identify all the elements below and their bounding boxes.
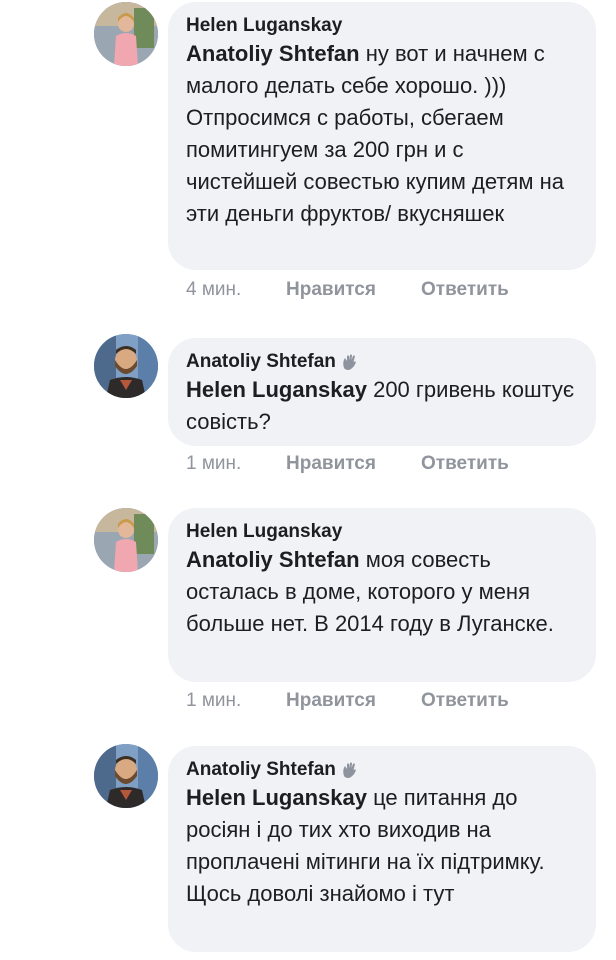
avatar-anatoliy[interactable] [94, 744, 158, 808]
comment-meta: 4 мин. Нравится Ответить [186, 276, 509, 304]
mention-link[interactable]: Helen Luganskay [186, 785, 367, 810]
like-button[interactable]: Нравится [286, 279, 421, 301]
man-avatar-icon [94, 744, 158, 808]
comment-body: ну вот и начнем с малого делать себе хор… [186, 41, 564, 226]
mention-link[interactable]: Anatoliy Shtefan [186, 41, 360, 66]
mention-link[interactable]: Helen Luganskay [186, 377, 367, 402]
comment-text: Anatoliy Shtefan ну вот и начнем с малог… [186, 38, 578, 230]
man-avatar-icon [94, 334, 158, 398]
comment-text: Helen Luganskay 200 гривень коштує совіс… [186, 374, 578, 438]
avatar-anatoliy[interactable] [94, 334, 158, 398]
comment-bubble: Anatoliy Shtefan Helen Luganskay це пита… [168, 746, 596, 952]
comment-author[interactable]: Helen Luganskay [186, 520, 578, 544]
comment-text: Anatoliy Shtefan моя совесть осталась в … [186, 544, 578, 640]
reply-button[interactable]: Ответить [421, 690, 509, 712]
comment-author[interactable]: Helen Luganskay [186, 14, 578, 38]
wave-icon [343, 354, 356, 370]
like-button[interactable]: Нравится [286, 453, 421, 475]
reply-button[interactable]: Ответить [421, 279, 509, 301]
comment-author[interactable]: Anatoliy Shtefan [186, 758, 578, 782]
wave-icon [343, 762, 356, 778]
reply-button[interactable]: Ответить [421, 453, 509, 475]
comment-meta: 1 мин. Нравится Ответить [186, 687, 509, 715]
author-name[interactable]: Anatoliy Shtefan [186, 758, 336, 782]
comment-time: 4 мин. [186, 279, 242, 300]
comment-text: Helen Luganskay це питання до росіян і д… [186, 782, 578, 910]
comment-bubble: Anatoliy Shtefan Helen Luganskay 200 гри… [168, 338, 596, 446]
comment-author[interactable]: Anatoliy Shtefan [186, 350, 578, 374]
woman-avatar-icon [94, 2, 158, 66]
comment-time: 1 мин. [186, 690, 242, 711]
comment-meta: 1 мин. Нравится Ответить [186, 450, 509, 478]
like-button[interactable]: Нравится [286, 690, 421, 712]
comment-bubble: Helen Luganskay Anatoliy Shtefan ну вот … [168, 2, 596, 270]
mention-link[interactable]: Anatoliy Shtefan [186, 547, 360, 572]
woman-avatar-icon [94, 508, 158, 572]
avatar-helen[interactable] [94, 2, 158, 66]
comment-bubble: Helen Luganskay Anatoliy Shtefan моя сов… [168, 508, 596, 682]
comment-time: 1 мин. [186, 453, 242, 474]
author-name[interactable]: Anatoliy Shtefan [186, 350, 336, 374]
avatar-helen[interactable] [94, 508, 158, 572]
